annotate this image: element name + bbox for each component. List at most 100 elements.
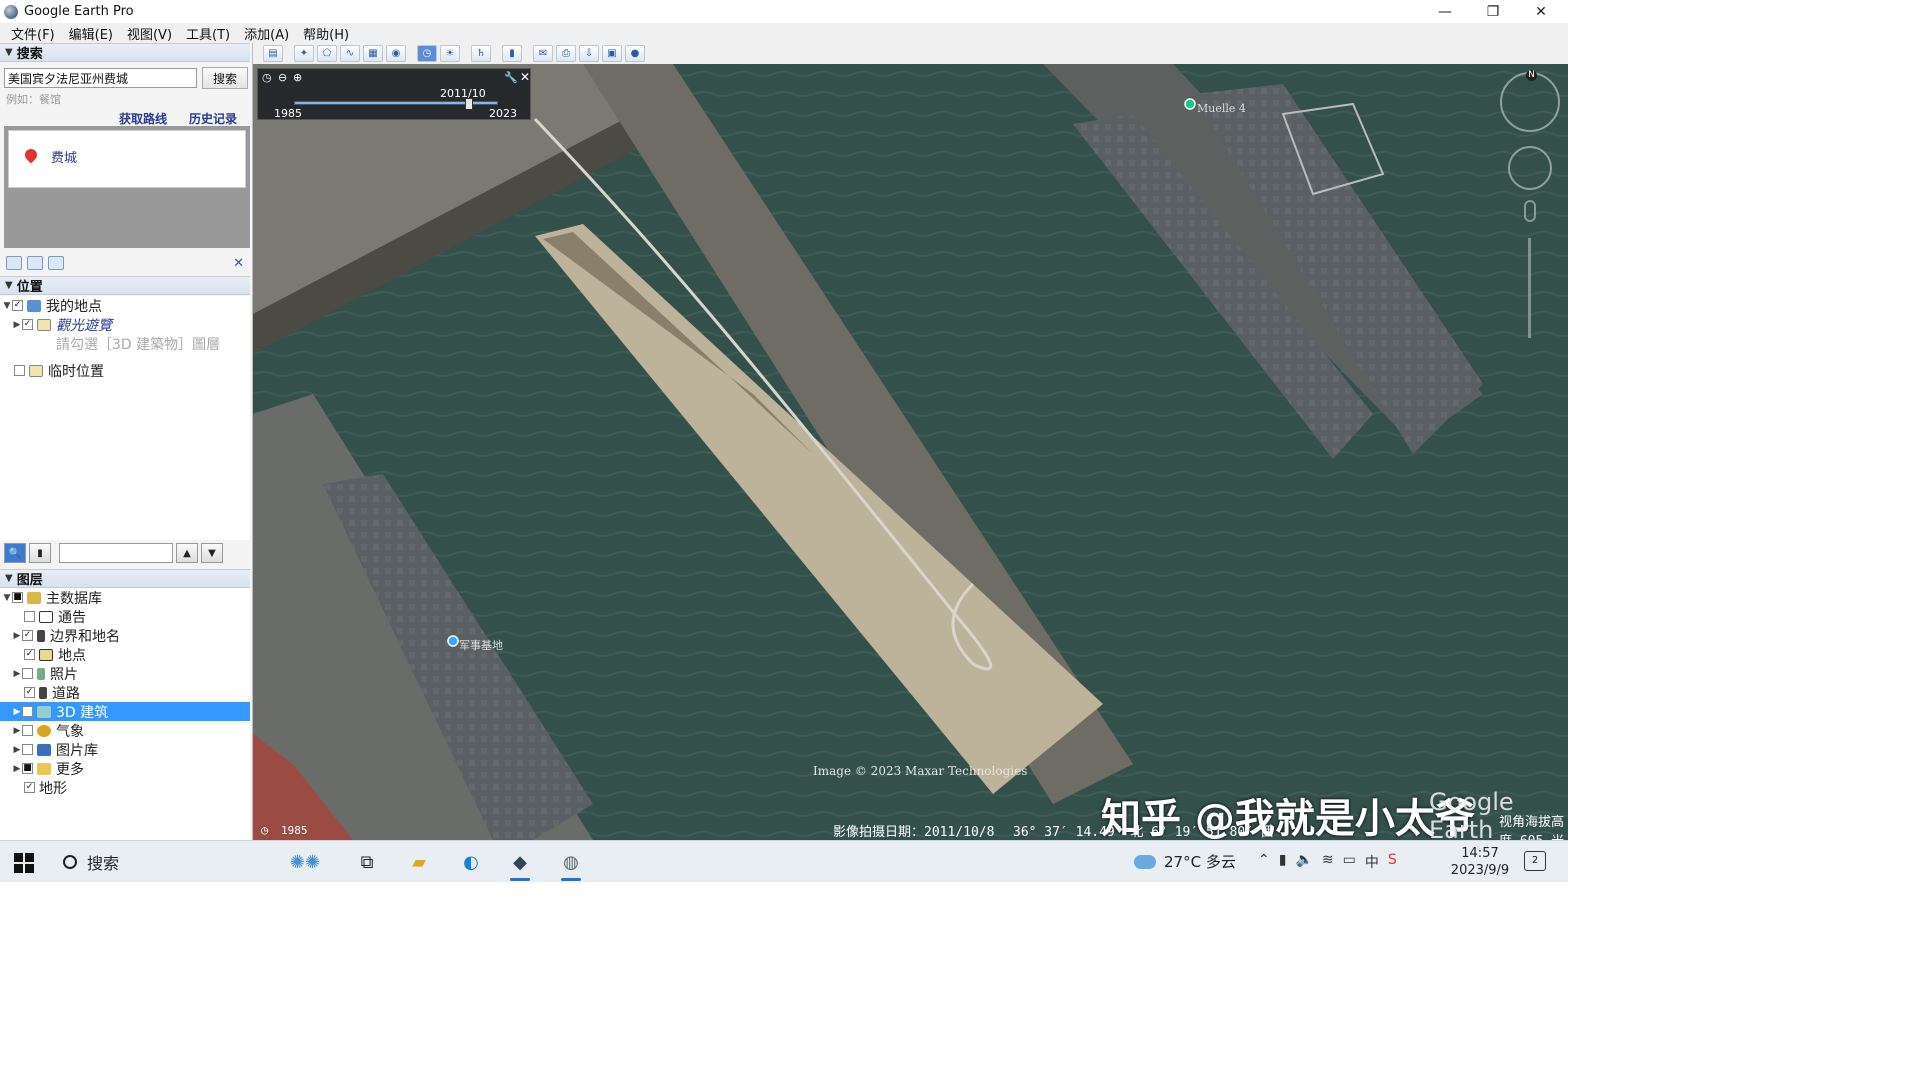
- layer-borders-labels[interactable]: ▶ ✓ 边界和地名: [0, 626, 250, 645]
- layer-terrain[interactable]: ✓ 地形: [0, 778, 250, 797]
- tree-item-temporary-places[interactable]: 临时位置: [0, 361, 250, 380]
- checkbox[interactable]: ✓: [24, 782, 35, 793]
- jellyfish-widget-icon[interactable]: ✺✺: [270, 848, 340, 876]
- expand-icon[interactable]: ▶: [12, 320, 22, 330]
- layer-announcements[interactable]: 通告: [0, 607, 250, 626]
- notification-center-icon[interactable]: 2: [1524, 851, 1546, 871]
- expand-icon[interactable]: ▶: [12, 764, 22, 774]
- historical-imagery-icon[interactable]: ◷: [417, 45, 437, 62]
- layer-weather[interactable]: ▶ 气象: [0, 721, 250, 740]
- checkbox[interactable]: [22, 668, 33, 679]
- print-icon[interactable]: [48, 256, 64, 270]
- search-places-icon[interactable]: 🔍: [4, 543, 26, 563]
- copy-icon[interactable]: [27, 256, 43, 270]
- checkbox[interactable]: ✓: [22, 319, 33, 330]
- add-polygon-icon[interactable]: ⬠: [317, 45, 337, 62]
- layers-section-header[interactable]: ▼ 图层: [0, 569, 250, 588]
- layer-more[interactable]: ▶ ■ 更多: [0, 759, 250, 778]
- tree-item-sightseeing[interactable]: ▶ ✓ 觀光遊覽: [0, 315, 250, 334]
- compass-ring[interactable]: [1500, 72, 1560, 132]
- look-joystick[interactable]: [1508, 146, 1552, 190]
- layer-roads[interactable]: ✓ 道路: [0, 683, 250, 702]
- placemark-pin-icon[interactable]: [1184, 98, 1196, 110]
- layer-photos[interactable]: ▶ 照片: [0, 664, 250, 683]
- add-path-icon[interactable]: ∿: [340, 45, 360, 62]
- slider-thumb[interactable]: [465, 98, 474, 110]
- checkbox[interactable]: ✓: [24, 687, 35, 698]
- zoom-out-icon[interactable]: ⊖: [278, 71, 287, 84]
- google-earth-taskbar-icon[interactable]: ◍: [554, 848, 588, 881]
- restore-button[interactable]: ❐: [1470, 0, 1516, 23]
- layer-primary-database[interactable]: ▼ ■ 主数据库: [0, 588, 250, 607]
- toggle-panel-icon[interactable]: ▮: [29, 543, 51, 563]
- placemark-label-muelle[interactable]: Muelle 4: [1197, 102, 1246, 115]
- arrow-up-icon[interactable]: ▲: [176, 543, 198, 563]
- search-section-header[interactable]: ▼ 搜索: [0, 43, 250, 62]
- email-icon[interactable]: ✉: [533, 45, 553, 62]
- get-directions-link[interactable]: 获取路线: [119, 110, 167, 127]
- checkbox[interactable]: ✓: [24, 649, 35, 660]
- usb-icon[interactable]: ▮: [1279, 852, 1287, 872]
- map-viewport[interactable]: Muelle 4 军事基地 ◷ ⊖ ⊕ 🔧 ✕ 2011/10 1985 202…: [253, 64, 1568, 840]
- minimize-button[interactable]: —: [1422, 0, 1468, 23]
- history-link[interactable]: 历史记录: [189, 110, 237, 127]
- wifi-icon[interactable]: ≋: [1322, 852, 1334, 872]
- close-button[interactable]: ✕: [1518, 0, 1564, 23]
- checkbox[interactable]: ■: [12, 592, 23, 603]
- arrow-down-icon[interactable]: ▼: [201, 543, 223, 563]
- earth-gallery-icon[interactable]: ●: [625, 45, 645, 62]
- system-clock[interactable]: 14:57 2023/9/9: [1448, 845, 1512, 879]
- checkbox[interactable]: ✓: [12, 300, 23, 311]
- close-slider-icon[interactable]: ✕: [520, 70, 530, 84]
- save-image-icon[interactable]: ⇩: [579, 45, 599, 62]
- zoom-slider[interactable]: [1528, 238, 1531, 338]
- layer-3d-buildings[interactable]: ▶ 3D 建筑: [0, 702, 250, 721]
- add-image-overlay-icon[interactable]: ▦: [363, 45, 383, 62]
- search-input[interactable]: [4, 68, 197, 88]
- battery-icon[interactable]: ▭: [1343, 852, 1356, 872]
- view-in-maps-icon[interactable]: ▣: [602, 45, 622, 62]
- sunlight-icon[interactable]: ☀: [440, 45, 460, 62]
- checkbox[interactable]: [22, 744, 33, 755]
- checkbox[interactable]: ■: [22, 763, 33, 774]
- expand-icon[interactable]: ▶: [12, 726, 22, 736]
- clear-results-icon[interactable]: ✕: [233, 256, 244, 271]
- file-explorer-icon[interactable]: ▰: [402, 848, 436, 876]
- placemark-pin-icon[interactable]: [447, 635, 459, 647]
- volume-icon[interactable]: 🔈: [1295, 852, 1312, 872]
- chevron-up-icon[interactable]: ⌃: [1258, 852, 1270, 872]
- edge-browser-icon[interactable]: ◐: [454, 848, 488, 876]
- app-icon[interactable]: ◆: [503, 848, 537, 881]
- search-button[interactable]: 搜索: [202, 67, 248, 89]
- checkbox[interactable]: [24, 611, 35, 622]
- print-icon[interactable]: ⎙: [556, 45, 576, 62]
- checkbox[interactable]: [22, 706, 33, 717]
- tree-item-my-places[interactable]: ▼ ✓ 我的地点: [0, 296, 250, 315]
- ruler-icon[interactable]: ▮: [502, 45, 522, 62]
- ime-icon[interactable]: 中: [1365, 852, 1379, 872]
- expand-icon[interactable]: ▶: [12, 631, 22, 641]
- sidebar-toggle-icon[interactable]: ▤: [263, 45, 283, 62]
- historical-imagery-icon[interactable]: ◷: [261, 823, 268, 837]
- weather-widget[interactable]: 27°C 多云: [1134, 851, 1236, 872]
- menu-file[interactable]: 文件(F): [4, 24, 62, 43]
- search-result-label[interactable]: 费城: [51, 147, 77, 166]
- zoom-in-icon[interactable]: ⊕: [293, 71, 302, 84]
- search-result-item[interactable]: 费城: [8, 130, 246, 188]
- menu-edit[interactable]: 编辑(E): [62, 24, 120, 43]
- navigation-controls[interactable]: N: [1498, 70, 1564, 370]
- sogou-ime-icon[interactable]: S: [1388, 852, 1397, 872]
- menu-tools[interactable]: 工具(T): [179, 24, 237, 43]
- checkbox[interactable]: [14, 365, 25, 376]
- switch-planet-icon[interactable]: ♄: [471, 45, 491, 62]
- start-button[interactable]: [14, 853, 34, 873]
- street-view-pegman-icon[interactable]: [1524, 200, 1536, 222]
- places-section-header[interactable]: ▼ 位置: [0, 276, 250, 295]
- wrench-icon[interactable]: 🔧: [504, 71, 518, 84]
- save-to-places-icon[interactable]: [6, 256, 22, 270]
- checkbox[interactable]: [22, 725, 33, 736]
- layer-gallery[interactable]: ▶ 图片库: [0, 740, 250, 759]
- expand-icon[interactable]: ▶: [12, 707, 22, 717]
- layer-places[interactable]: ✓ 地点: [0, 645, 250, 664]
- menu-view[interactable]: 视图(V): [120, 24, 179, 43]
